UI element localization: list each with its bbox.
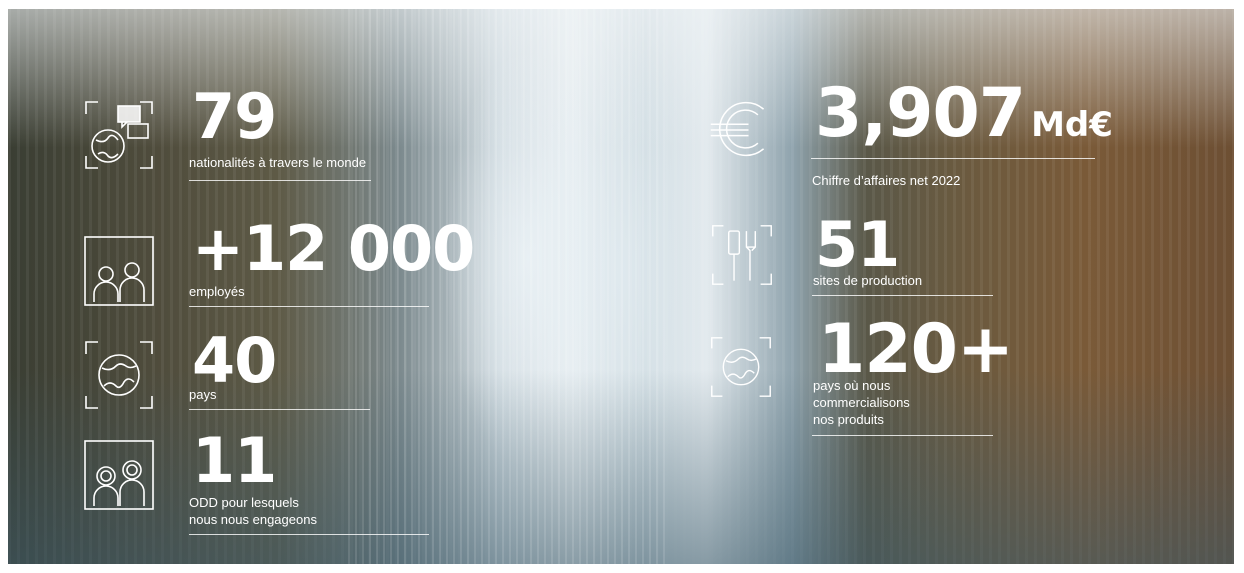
divider bbox=[812, 295, 993, 296]
globe-icon bbox=[84, 340, 154, 410]
globe-chat-icon bbox=[84, 100, 154, 170]
stat-label: ODD pour lesquels nous nous engageons bbox=[189, 495, 317, 527]
tools-icon bbox=[711, 224, 773, 286]
euro-icon bbox=[707, 96, 773, 162]
stat-value: +12 000 bbox=[192, 212, 475, 285]
stat-value: 3,907 Md€ bbox=[815, 80, 1113, 148]
stat-value: 40 bbox=[192, 324, 277, 397]
people-circle-icon bbox=[84, 440, 154, 510]
stat-value: 51 bbox=[815, 208, 900, 281]
stat-label: nationalités à travers le monde bbox=[189, 155, 367, 170]
divider bbox=[811, 158, 1095, 159]
divider bbox=[189, 180, 371, 181]
stat-label: Chiffre d’affaires net 2022 bbox=[812, 173, 961, 188]
revenue-value: 3,907 bbox=[815, 74, 1026, 153]
revenue-unit: Md€ bbox=[1031, 105, 1113, 145]
stat-value: 11 bbox=[192, 424, 277, 497]
divider bbox=[189, 409, 370, 410]
divider bbox=[189, 306, 429, 307]
stat-value: 79 bbox=[192, 80, 277, 153]
people-icon bbox=[84, 236, 154, 306]
stat-label: employés bbox=[189, 284, 245, 299]
stat-label: pays bbox=[189, 387, 217, 402]
stat-value: 120+ bbox=[818, 310, 1014, 389]
stat-label: sites de production bbox=[813, 273, 923, 288]
globe-icon bbox=[710, 336, 772, 398]
stat-label: pays où nous commercialisons nos produit… bbox=[813, 378, 910, 427]
divider bbox=[189, 534, 429, 535]
divider bbox=[812, 435, 993, 436]
